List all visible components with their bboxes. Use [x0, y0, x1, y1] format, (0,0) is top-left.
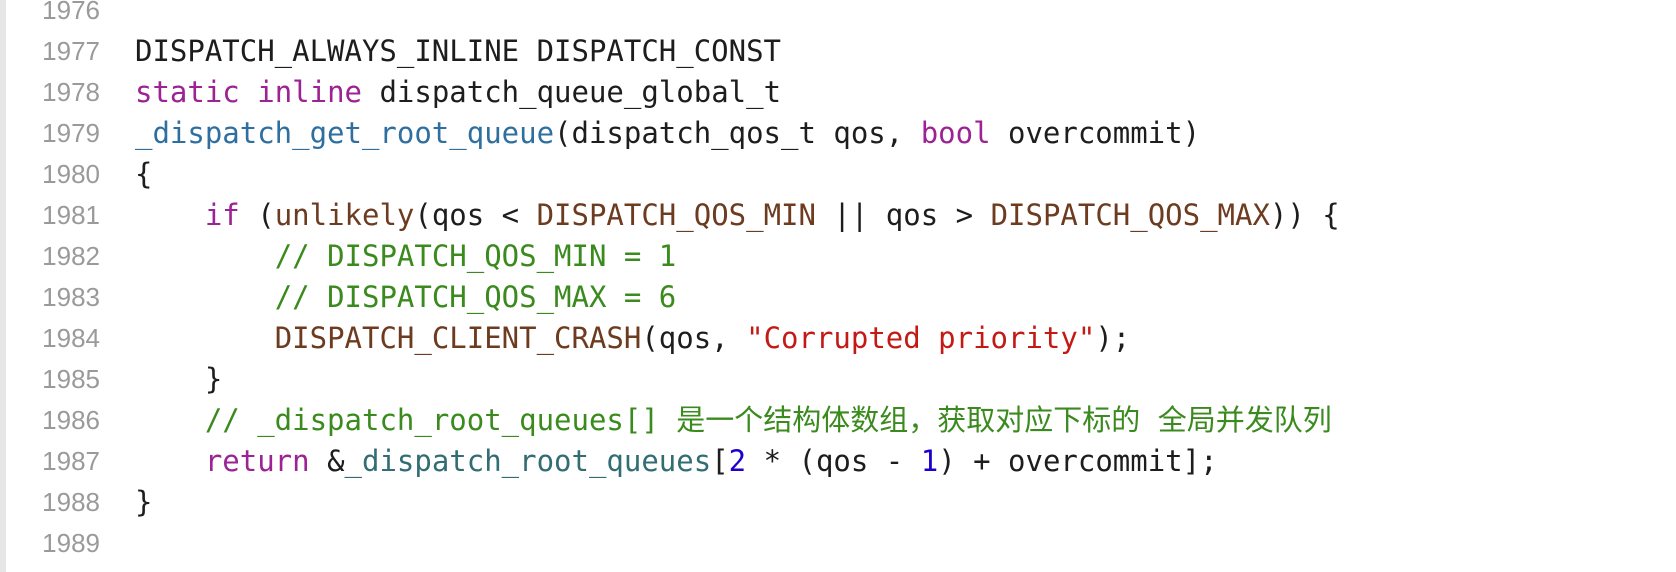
code-token: // DISPATCH_QOS_MIN = 1	[274, 239, 677, 273]
code-text[interactable]: static inline dispatch_queue_global_t	[135, 70, 781, 114]
code-line: 1980 {	[0, 152, 1676, 196]
line-number: 1976	[42, 0, 100, 25]
code-token: (qos,	[641, 321, 747, 355]
line-number: 1984	[42, 323, 100, 353]
code-line: 1983 // DISPATCH_QOS_MAX = 6	[0, 275, 1676, 319]
line-number: 1981	[42, 200, 100, 230]
line-number: 1985	[42, 364, 100, 394]
code-text[interactable]: if (unlikely(qos < DISPATCH_QOS_MIN || q…	[135, 193, 1340, 237]
code-token: ) + overcommit];	[938, 444, 1218, 478]
code-token: if	[204, 198, 240, 232]
code-token: (dispatch_qos_t qos,	[554, 116, 921, 150]
code-token: );	[1095, 321, 1131, 355]
code-text[interactable]: // _dispatch_root_queues[] 是一个结构体数组，获取对应…	[135, 398, 1332, 442]
code-text[interactable]: return &_dispatch_root_queues[2 * (qos -…	[135, 439, 1218, 483]
line-number: 1987	[42, 446, 100, 476]
code-token: (	[239, 198, 275, 232]
code-token: bool	[920, 116, 991, 150]
line-number: 1989	[42, 528, 100, 558]
code-token: * (qos -	[746, 444, 921, 478]
code-token: return	[204, 444, 310, 478]
code-line: 1987 return &_dispatch_root_queues[2 * (…	[0, 439, 1676, 483]
code-token: unlikely	[274, 198, 415, 232]
line-number: 1988	[42, 487, 100, 517]
code-token: DISPATCH_ALWAYS_INLINE DISPATCH_CONST	[135, 34, 782, 68]
code-token: dispatch_queue_global_t	[362, 75, 782, 109]
code-token: // _dispatch_root_queues[] 是一个结构体数组，获取对应…	[204, 403, 1332, 437]
line-number: 1982	[42, 241, 100, 271]
code-text[interactable]: DISPATCH_CLIENT_CRASH(qos, "Corrupted pr…	[135, 316, 1131, 360]
code-token: }	[135, 362, 223, 396]
code-token: 1	[920, 444, 939, 478]
code-token: &	[309, 444, 345, 478]
line-number: 1979	[42, 118, 100, 148]
code-editor[interactable]: 1976 1977 DISPATCH_ALWAYS_INLINE DISPATCH_…	[0, 0, 1676, 572]
code-text[interactable]: }	[135, 357, 222, 401]
code-text[interactable]: // DISPATCH_QOS_MIN = 1	[135, 234, 677, 278]
code-token: {	[135, 157, 153, 191]
line-number: 1977	[42, 36, 100, 66]
code-line: 1981 if (unlikely(qos < DISPATCH_QOS_MIN…	[0, 193, 1676, 237]
code-token: inline	[257, 75, 362, 109]
code-line: 1979 _dispatch_get_root_queue(dispatch_qo…	[0, 111, 1676, 155]
line-number: 1980	[42, 159, 100, 189]
code-token: _dispatch_get_root_queue	[135, 116, 555, 150]
code-line: 1984 DISPATCH_CLIENT_CRASH(qos, "Corrupt…	[0, 316, 1676, 360]
code-token: || qos >	[815, 198, 991, 232]
line-number: 1978	[42, 77, 100, 107]
code-token: DISPATCH_QOS_MIN	[536, 198, 816, 232]
code-token: [	[711, 444, 729, 478]
code-token: DISPATCH_CLIENT_CRASH	[274, 321, 642, 355]
code-token: 2	[728, 444, 747, 478]
code-text[interactable]: }	[135, 480, 152, 524]
code-line: 1985 }	[0, 357, 1676, 401]
code-line: 1978 static inline dispatch_queue_global_…	[0, 70, 1676, 114]
code-text[interactable]: {	[135, 152, 152, 196]
code-text[interactable]: // DISPATCH_QOS_MAX = 6	[135, 275, 677, 319]
code-text[interactable]: DISPATCH_ALWAYS_INLINE DISPATCH_CONST	[135, 29, 781, 73]
code-text[interactable]: _dispatch_get_root_queue(dispatch_qos_t …	[135, 111, 1200, 155]
code-token: overcommit)	[990, 116, 1201, 150]
line-number: 1986	[42, 405, 100, 435]
code-line: 1989	[0, 521, 1676, 565]
line-number: 1983	[42, 282, 100, 312]
code-token: DISPATCH_QOS_MAX	[990, 198, 1270, 232]
code-line: 1977 DISPATCH_ALWAYS_INLINE DISPATCH_CONS…	[0, 29, 1676, 73]
code-token: _dispatch_root_queues	[344, 444, 712, 478]
code-line: 1986 // _dispatch_root_queues[] 是一个结构体数组…	[0, 398, 1676, 442]
code-line: 1982 // DISPATCH_QOS_MIN = 1	[0, 234, 1676, 278]
code-token: }	[135, 485, 153, 519]
code-line: 1976	[0, 0, 1676, 32]
code-token: "Corrupted priority"	[746, 321, 1096, 355]
code-token: )) {	[1269, 198, 1340, 232]
code-token: (qos <	[414, 198, 537, 232]
code-token: // DISPATCH_QOS_MAX = 6	[274, 280, 677, 314]
code-line: 1988}	[0, 480, 1676, 524]
code-token: static	[135, 75, 240, 109]
